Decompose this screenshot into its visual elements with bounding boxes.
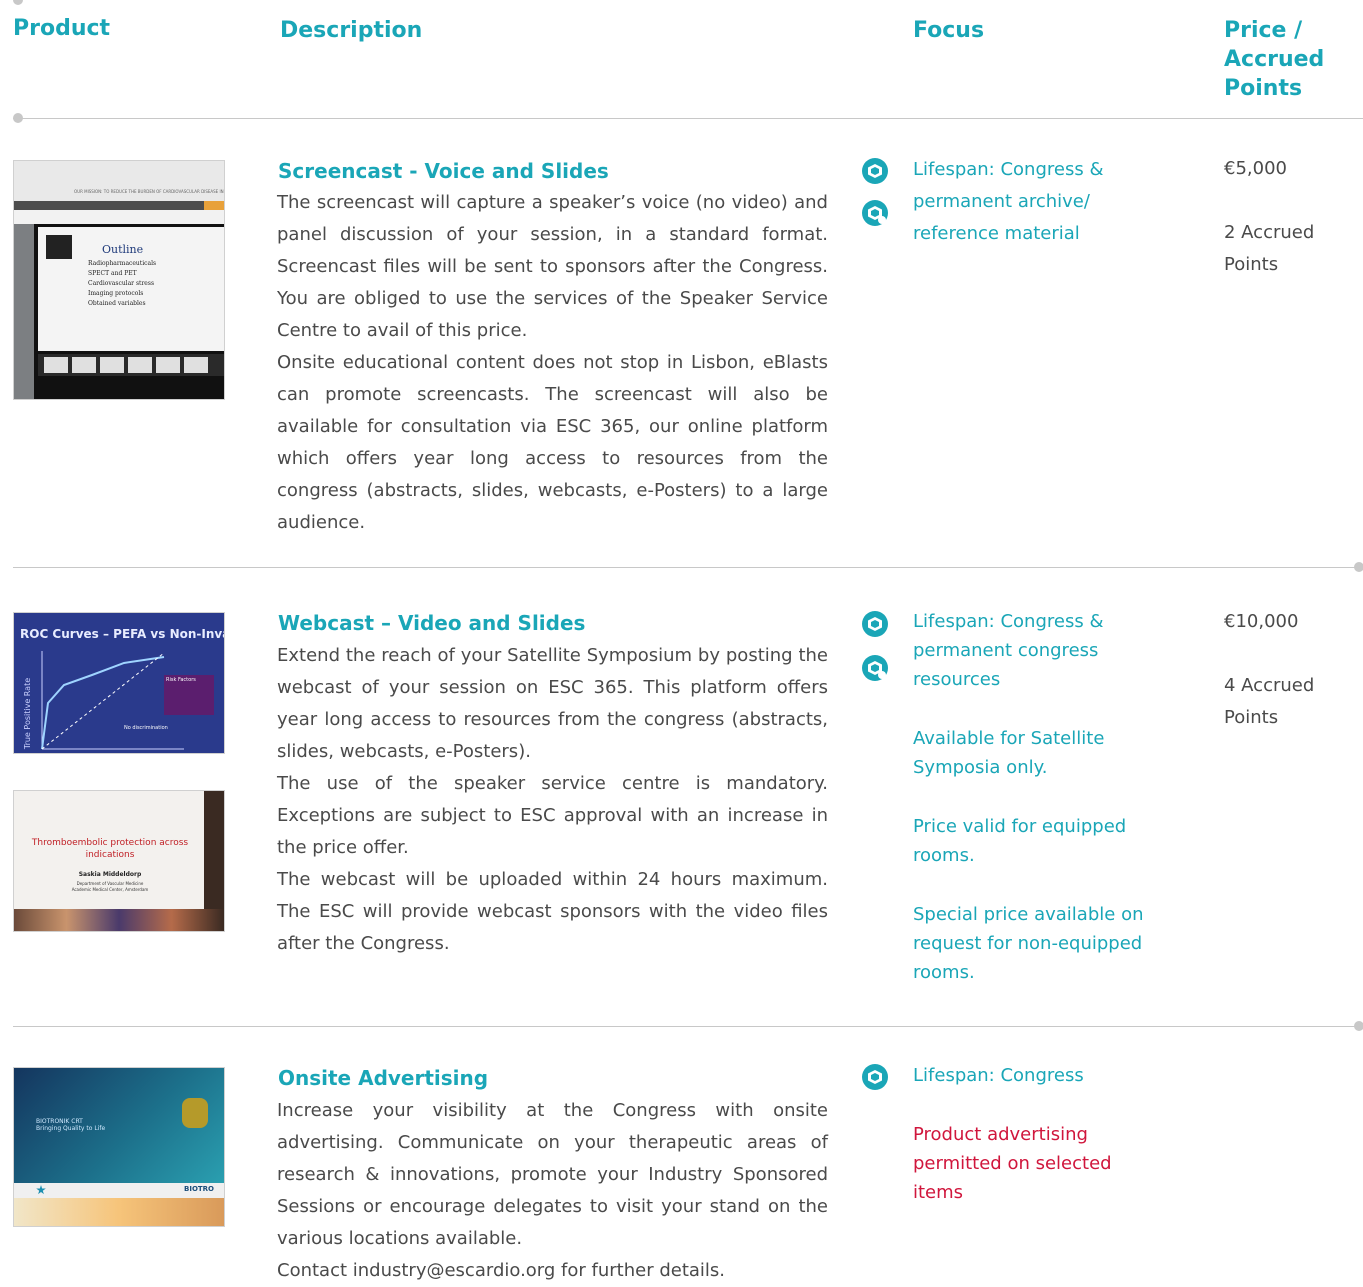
speaker-name: Saskia Middeldorp: [78, 871, 142, 878]
roc-annotation: No discrimination: [124, 725, 168, 731]
roc-legend: Risk Factors: [166, 677, 196, 683]
product-title-advertising: Onsite Advertising: [278, 1066, 489, 1090]
thumb-slide: Outline Radiopharmaceuticals SPECT and P…: [38, 227, 224, 351]
divider: [13, 118, 1363, 119]
thumb-header-text: OUR MISSION: TO REDUCE THE BURDEN OF CAR…: [74, 189, 224, 194]
divider: [13, 567, 1358, 568]
col-header-price-line: Accrued: [1224, 47, 1325, 72]
thumb-bullet: Imaging protocols: [88, 290, 144, 297]
description-paragraph: The screencast will capture a speaker’s …: [277, 192, 828, 341]
description-paragraph: Increase your visibility at the Congress…: [277, 1100, 828, 1249]
thumb-bullet: SPECT and PET: [88, 270, 137, 277]
product-description-webcast: Extend the reach of your Satellite Sympo…: [277, 640, 828, 960]
roc-chart: [41, 651, 214, 750]
description-paragraph: The use of the speaker service centre is…: [277, 773, 828, 858]
banner-line1: BIOTRONIK CRT: [36, 1118, 83, 1125]
divider-dot: [1354, 562, 1363, 572]
webcast-thumbnail-speaker: Thromboembolic protection across indicat…: [13, 790, 225, 932]
speaker-slide-title: Thromboembolic protection across indicat…: [31, 838, 189, 860]
col-header-focus: Focus: [913, 18, 985, 43]
product-title-webcast: Webcast – Video and Slides: [278, 611, 586, 635]
speaker-affil: Academic Medical Center, Amsterdam: [71, 887, 149, 892]
points-line: Points: [1224, 254, 1279, 275]
thumb-bullet: Radiopharmaceuticals: [88, 260, 157, 267]
points-line: 2 Accrued: [1224, 222, 1315, 243]
divider-dot: [1354, 1021, 1363, 1031]
product-description-screencast: The screencast will capture a speaker’s …: [277, 187, 828, 539]
banner-brand: BIOTRO: [184, 1185, 215, 1193]
description-paragraph: Onsite educational content does not stop…: [277, 352, 828, 533]
divider: [13, 1026, 1358, 1027]
product-description-advertising: Increase your visibility at the Congress…: [277, 1095, 828, 1287]
thumb-bullet: Obtained variables: [88, 300, 146, 307]
hexagon-icon: [862, 1064, 888, 1090]
note-webcast-satellite: Available for Satellite Symposia only.: [913, 728, 1105, 778]
description-paragraph: Contact industry@escardio.org for furthe…: [277, 1260, 726, 1281]
focus-screencast: Lifespan: Congress & permanent archive/ …: [913, 159, 1104, 244]
hexagon-icon: [862, 158, 888, 184]
note-advertising: Product advertising permitted on selecte…: [913, 1124, 1112, 1203]
screencast-thumbnail: OUR MISSION: TO REDUCE THE BURDEN OF CAR…: [13, 160, 225, 400]
webcast-thumbnail-roc: ROC Curves – PEFA vs Non-Invasive True P…: [13, 612, 225, 754]
advertising-thumbnail: BIOTRONIK CRT Bringing Quality to Life B…: [13, 1067, 225, 1227]
description-paragraph: Extend the reach of your Satellite Sympo…: [277, 645, 828, 762]
location-hexagon-icon: [862, 200, 888, 226]
col-header-price-line: Price /: [1224, 18, 1303, 43]
banner-line2: Bringing Quality to Life: [36, 1125, 106, 1132]
product-title-screencast: Screencast - Voice and Slides: [278, 159, 609, 183]
description-paragraph: The webcast will be uploaded within 24 h…: [277, 869, 828, 954]
points-line: 4 Accrued: [1224, 675, 1315, 696]
points-line: Points: [1224, 707, 1279, 728]
note-webcast-equipped: Price valid for equipped rooms.: [913, 816, 1127, 866]
hexagon-icon: [862, 611, 888, 637]
header-dot: [13, 0, 23, 5]
col-header-product: Product: [13, 16, 111, 41]
thumb-slide-title: Outline: [102, 243, 144, 256]
focus-webcast: Lifespan: Congress & permanent congress …: [913, 611, 1104, 690]
points-webcast: 4 Accrued Points: [1224, 670, 1314, 734]
col-header-description: Description: [280, 18, 423, 43]
price-webcast: €10,000: [1224, 611, 1299, 632]
col-header-price-line: Points: [1224, 76, 1303, 101]
focus-advertising: Lifespan: Congress: [913, 1065, 1084, 1086]
col-header-price: Price / Accrued Points: [1224, 16, 1324, 103]
points-screencast: 2 Accrued Points: [1224, 217, 1314, 281]
thumb-bullet: Cardiovascular stress: [88, 280, 155, 287]
note-webcast-special: Special price available on request for n…: [913, 904, 1144, 983]
location-hexagon-icon: [862, 655, 888, 681]
speaker-affil: Department of Vascular Medicine: [76, 881, 144, 886]
price-screencast: €5,000: [1224, 158, 1287, 179]
